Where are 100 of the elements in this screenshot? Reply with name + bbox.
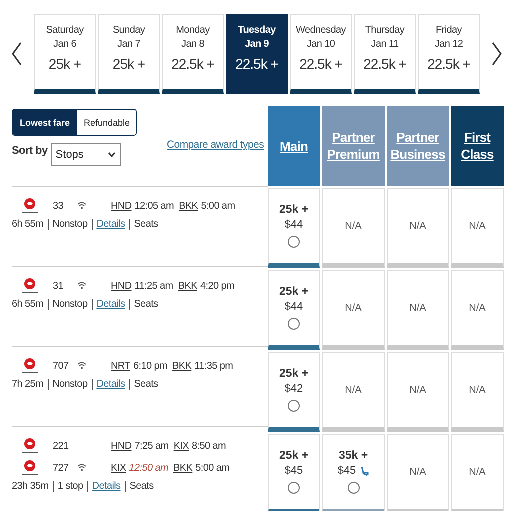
airport-code: KIX bbox=[111, 462, 126, 474]
arrival-time: 5:00 am bbox=[201, 200, 236, 212]
date-tab[interactable]: Thursday Jan 11 22.5k + bbox=[354, 14, 416, 94]
fare-radio[interactable] bbox=[348, 482, 360, 494]
date-tab[interactable]: Sunday Jan 7 25k + bbox=[98, 14, 160, 94]
wifi-icon bbox=[77, 361, 87, 370]
cabin-column-header[interactable]: First Class bbox=[451, 106, 504, 186]
stops-text: 1 stop bbox=[52, 481, 88, 492]
fare-cell[interactable]: 25k + $44 bbox=[268, 188, 320, 268]
fare-radio[interactable] bbox=[288, 318, 300, 330]
date-tab[interactable]: Friday Jan 12 22.5k + bbox=[418, 14, 480, 94]
not-available-text: N/A bbox=[345, 384, 362, 396]
not-available-text: N/A bbox=[410, 466, 426, 478]
flight-number: 33 bbox=[53, 200, 65, 212]
points-price: 35k + bbox=[338, 450, 368, 462]
departure-time: 12:50 am bbox=[129, 462, 169, 474]
departure-time: 7:25 am bbox=[134, 440, 169, 452]
flight-duration: 6h 55m bbox=[12, 219, 45, 230]
airport-code: BKK bbox=[172, 360, 192, 372]
points-price: 25k + bbox=[279, 368, 309, 380]
fare-cell[interactable]: 25k + $45 bbox=[268, 434, 320, 511]
wifi-icon bbox=[77, 201, 87, 210]
details-link[interactable]: Details bbox=[87, 481, 125, 492]
flight-number: 727 bbox=[53, 462, 70, 474]
fare-cell[interactable]: 25k + $42 bbox=[268, 352, 320, 432]
points-price: 25k + bbox=[279, 286, 309, 298]
fare-cell[interactable]: N/A bbox=[322, 352, 385, 432]
fare-cell[interactable]: N/A bbox=[322, 270, 385, 350]
cash-price: $44 bbox=[284, 301, 304, 313]
cash-price: $42 bbox=[284, 383, 304, 395]
date-tab[interactable]: Tuesday Jan 9 22.5k + bbox=[226, 14, 288, 94]
airline-logo-icon bbox=[19, 198, 41, 214]
wifi-icon bbox=[77, 463, 87, 472]
not-available-text: N/A bbox=[469, 384, 486, 396]
flight-duration: 6h 55m bbox=[12, 299, 45, 310]
airport-code: BKK bbox=[174, 462, 193, 474]
details-link[interactable]: Details bbox=[92, 219, 130, 230]
not-available-text: N/A bbox=[410, 302, 426, 314]
airline-logo-icon bbox=[19, 460, 41, 476]
fare-cell[interactable]: N/A bbox=[451, 188, 504, 268]
departure-time: 11:25 am bbox=[134, 280, 174, 292]
airline-logo-icon bbox=[19, 358, 41, 374]
arrival-time: 4:20 pm bbox=[200, 280, 234, 292]
airport-code: BKK bbox=[179, 200, 198, 212]
fare-radio[interactable] bbox=[288, 482, 300, 494]
arrival-time: 11:35 pm bbox=[194, 360, 234, 372]
cash-price: $45 bbox=[338, 465, 356, 477]
date-tab[interactable]: Saturday Jan 6 25k + bbox=[34, 14, 96, 94]
fare-cell[interactable]: N/A bbox=[387, 188, 449, 268]
stops-text: Nonstop bbox=[48, 219, 92, 230]
not-available-text: N/A bbox=[469, 220, 486, 232]
details-link[interactable]: Details bbox=[92, 299, 130, 310]
fare-cell[interactable]: N/A bbox=[451, 352, 504, 432]
sort-dropdown[interactable]: Stops bbox=[50, 143, 121, 166]
date-tab[interactable]: Monday Jan 8 22.5k + bbox=[162, 14, 224, 94]
not-available-text: N/A bbox=[410, 220, 426, 232]
fare-cell[interactable]: N/A bbox=[387, 434, 449, 511]
airport-code: HND bbox=[111, 440, 132, 452]
stops-text: Nonstop bbox=[48, 299, 92, 310]
not-available-text: N/A bbox=[469, 466, 486, 478]
airport-code: KIX bbox=[174, 440, 190, 452]
arrival-time: 5:00 am bbox=[196, 462, 230, 474]
airport-code: NRT bbox=[111, 360, 130, 372]
departure-time: 6:10 pm bbox=[133, 360, 168, 372]
fare-cell[interactable]: N/A bbox=[451, 270, 504, 350]
fare-cell[interactable]: N/A bbox=[387, 270, 449, 350]
arrival-time: 8:50 am bbox=[192, 440, 226, 452]
fare-cell[interactable]: N/A bbox=[387, 352, 449, 432]
cash-price: $45 bbox=[284, 465, 304, 477]
seats-text: Seats bbox=[129, 219, 162, 230]
airline-logo-icon bbox=[19, 438, 41, 454]
flight-duration: 23h 35m bbox=[12, 481, 50, 492]
fare-cell[interactable]: 25k + $44 bbox=[268, 270, 320, 350]
not-available-text: N/A bbox=[410, 384, 426, 396]
date-tab[interactable]: Wednesday Jan 10 22.5k + bbox=[290, 14, 352, 94]
seats-text: Seats bbox=[124, 481, 158, 492]
sort-label: Sort by bbox=[12, 144, 48, 157]
not-available-text: N/A bbox=[345, 220, 362, 232]
fare-cell[interactable]: 35k + $45 bbox=[322, 434, 385, 511]
points-price: 25k + bbox=[279, 204, 309, 216]
fare-cell[interactable]: N/A bbox=[322, 188, 385, 268]
fare-toggle-button[interactable]: Lowest fare bbox=[13, 110, 78, 135]
not-available-text: N/A bbox=[345, 302, 362, 314]
airline-logo-icon bbox=[19, 278, 41, 294]
chevron-down-icon bbox=[108, 152, 116, 158]
flight-number: 707 bbox=[53, 360, 70, 372]
airport-code: HND bbox=[111, 200, 132, 212]
seat-icon bbox=[361, 466, 370, 476]
details-link[interactable]: Details bbox=[92, 379, 130, 390]
fare-cell[interactable]: N/A bbox=[451, 434, 504, 511]
wifi-icon bbox=[77, 281, 87, 290]
compare-award-types-link[interactable]: Compare award types bbox=[167, 139, 264, 151]
seats-text: Seats bbox=[129, 379, 162, 390]
stops-text: Nonstop bbox=[48, 379, 92, 390]
fare-radio[interactable] bbox=[288, 400, 300, 412]
departure-time: 12:05 am bbox=[134, 200, 174, 212]
fare-radio[interactable] bbox=[288, 236, 300, 248]
cabin-column-header[interactable]: Main bbox=[268, 106, 320, 186]
points-price: 25k + bbox=[279, 450, 309, 462]
airport-code: BKK bbox=[178, 280, 198, 292]
